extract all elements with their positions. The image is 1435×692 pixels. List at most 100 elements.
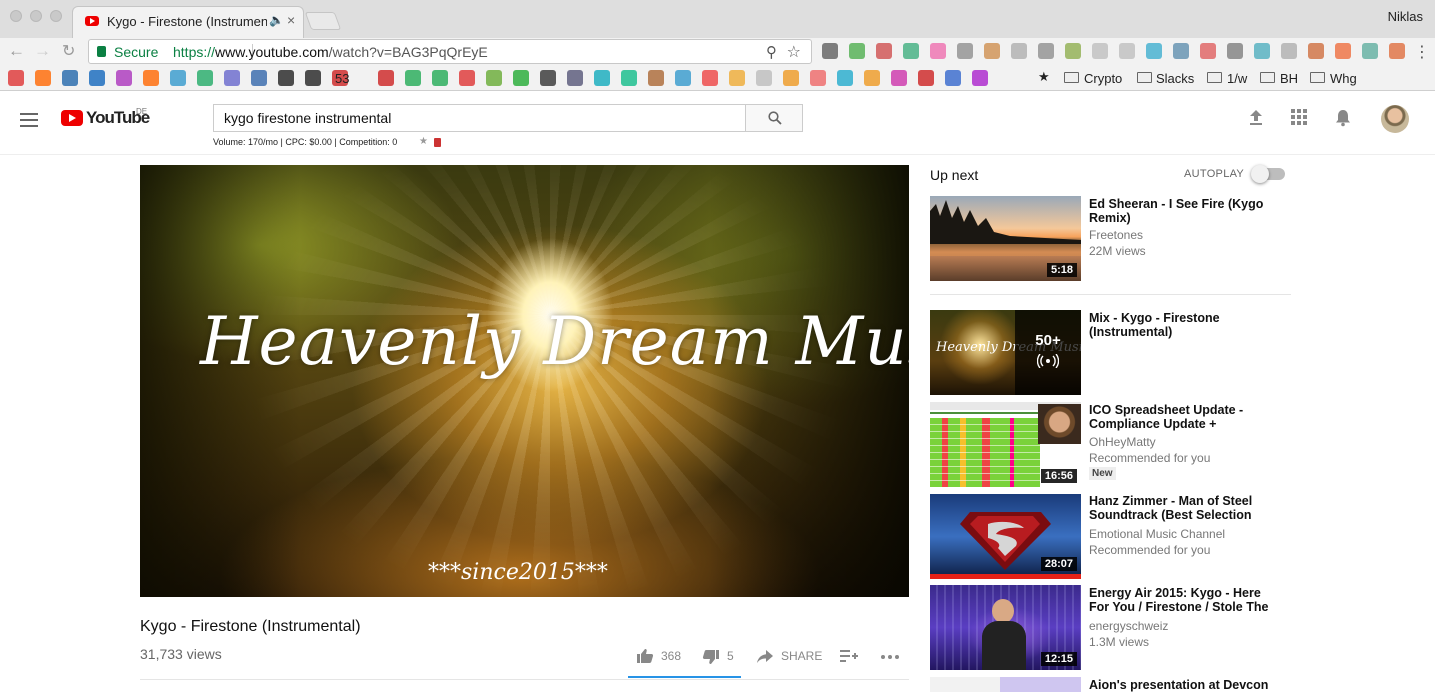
video-thumbnail[interactable]: 12:15 bbox=[930, 585, 1081, 670]
upload-icon[interactable] bbox=[1248, 109, 1264, 127]
zoom-icon[interactable]: ⚲ bbox=[766, 43, 777, 61]
bookmark-favicon-icon[interactable] bbox=[945, 70, 961, 86]
dislike-count[interactable]: 5 bbox=[727, 649, 734, 663]
extension-icon[interactable] bbox=[1011, 43, 1027, 59]
video-thumbnail[interactable] bbox=[930, 677, 1081, 692]
autoplay-toggle[interactable] bbox=[1251, 165, 1285, 183]
bookmark-favicon-icon[interactable] bbox=[756, 70, 772, 86]
bookmark-favicon-icon[interactable] bbox=[783, 70, 799, 86]
extension-icon[interactable] bbox=[1335, 43, 1351, 59]
reload-icon[interactable]: ↻ bbox=[62, 41, 75, 61]
tab-close-icon[interactable]: × bbox=[287, 12, 295, 28]
account-avatar[interactable] bbox=[1381, 105, 1409, 133]
video-thumbnail[interactable]: 28:07 bbox=[930, 494, 1081, 579]
share-arrow-icon[interactable] bbox=[757, 650, 773, 663]
bookmark-favicon-icon[interactable] bbox=[513, 70, 529, 86]
sidebar-video-title[interactable]: Energy Air 2015: Kygo - Here For You / F… bbox=[1089, 586, 1279, 614]
sidebar-video-title[interactable]: Hanz Zimmer - Man of Steel Soundtrack (B… bbox=[1089, 494, 1279, 522]
search-box[interactable] bbox=[213, 104, 746, 132]
bookmark-favicon-icon[interactable] bbox=[62, 70, 78, 86]
thumbs-up-icon[interactable] bbox=[636, 648, 654, 664]
extension-icon[interactable] bbox=[849, 43, 865, 59]
bookmark-favicon-icon[interactable] bbox=[864, 70, 880, 86]
bookmark-folder-1w[interactable]: 1/w bbox=[1227, 71, 1247, 86]
bookmark-favicon-icon[interactable] bbox=[729, 70, 745, 86]
search-button[interactable] bbox=[745, 104, 803, 132]
extension-icon[interactable] bbox=[930, 43, 946, 59]
bookmark-favicon-icon[interactable] bbox=[540, 70, 556, 86]
address-bar[interactable]: Secure https://www.youtube.com/watch?v=B… bbox=[88, 39, 812, 64]
bookmark-favicon-icon[interactable] bbox=[810, 70, 826, 86]
bookmark-favicon-icon[interactable] bbox=[837, 70, 853, 86]
keyword-tool-icon[interactable] bbox=[434, 138, 441, 147]
extension-icon[interactable] bbox=[1389, 43, 1405, 59]
bookmark-favicon-icon[interactable] bbox=[459, 70, 475, 86]
bookmark-favicon-icon[interactable] bbox=[224, 70, 240, 86]
bookmark-favicon-icon[interactable] bbox=[378, 70, 394, 86]
new-tab-button[interactable] bbox=[304, 12, 342, 30]
apps-grid-icon[interactable] bbox=[1291, 109, 1307, 125]
extension-icon[interactable] bbox=[984, 43, 1000, 59]
extension-icon[interactable] bbox=[1119, 43, 1135, 59]
extension-icon[interactable] bbox=[1254, 43, 1270, 59]
window-minimize-button[interactable] bbox=[30, 10, 42, 22]
video-player[interactable]: Heavenly Dream Music ***since2015*** bbox=[140, 165, 909, 597]
add-to-playlist-icon[interactable] bbox=[840, 649, 858, 663]
sidebar-video-title[interactable]: Mix - Kygo - Firestone (Instrumental) bbox=[1089, 311, 1279, 339]
bookmark-favicon-icon[interactable] bbox=[305, 70, 321, 86]
bookmark-favicon-icon[interactable] bbox=[567, 70, 583, 86]
extension-icon[interactable] bbox=[957, 43, 973, 59]
bookmark-star-icon[interactable]: ☆ bbox=[787, 42, 801, 62]
back-arrow-icon[interactable]: ← bbox=[8, 41, 25, 61]
channel-name[interactable]: Emotional Music Channel bbox=[1089, 527, 1225, 541]
extension-icon[interactable] bbox=[1227, 43, 1243, 59]
share-button[interactable]: SHARE bbox=[781, 649, 822, 663]
extension-icon[interactable] bbox=[1038, 43, 1054, 59]
star-bookmark-icon[interactable]: ★ bbox=[1038, 69, 1050, 85]
chrome-menu-icon[interactable]: ⋮ bbox=[1414, 42, 1430, 62]
notifications-bell-icon[interactable] bbox=[1335, 109, 1351, 127]
youtube-logo-icon[interactable] bbox=[61, 110, 83, 126]
bookmark-folder-slacks[interactable]: Slacks bbox=[1156, 71, 1194, 86]
extension-icon[interactable] bbox=[1362, 43, 1378, 59]
search-input[interactable] bbox=[214, 105, 746, 131]
video-thumbnail[interactable]: 5:18 bbox=[930, 196, 1081, 281]
sidebar-video-title[interactable]: ICO Spreadsheet Update - Compliance Upda… bbox=[1089, 403, 1279, 431]
channel-name[interactable]: energyschweiz bbox=[1089, 619, 1168, 633]
bookmark-favicon-icon[interactable] bbox=[89, 70, 105, 86]
bookmark-favicon-icon[interactable] bbox=[35, 70, 51, 86]
bookmark-favicon-icon[interactable] bbox=[405, 70, 421, 86]
extension-icon[interactable] bbox=[1065, 43, 1081, 59]
extension-icon[interactable] bbox=[1092, 43, 1108, 59]
url-text[interactable]: https://www.youtube.com/watch?v=BAG3PqQr… bbox=[173, 44, 488, 60]
window-close-button[interactable] bbox=[10, 10, 22, 22]
guide-menu-icon[interactable] bbox=[20, 113, 38, 127]
bookmark-folder-bh[interactable]: BH bbox=[1280, 71, 1298, 86]
bookmark-favicon-icon[interactable] bbox=[972, 70, 988, 86]
bookmark-favicon-icon[interactable] bbox=[278, 70, 294, 86]
bookmark-favicon-icon[interactable] bbox=[648, 70, 664, 86]
bookmark-favicon-icon[interactable] bbox=[891, 70, 907, 86]
bookmark-favicon-icon[interactable] bbox=[675, 70, 691, 86]
bookmark-favicon-icon[interactable] bbox=[621, 70, 637, 86]
bookmark-favicon-icon[interactable] bbox=[143, 70, 159, 86]
bookmark-favicon-icon[interactable] bbox=[116, 70, 132, 86]
channel-name[interactable]: OhHeyMatty bbox=[1089, 435, 1156, 449]
sidebar-video-title[interactable]: Aion's presentation at Devcon bbox=[1089, 678, 1279, 692]
extension-icon[interactable] bbox=[1308, 43, 1324, 59]
extension-icon[interactable] bbox=[822, 43, 838, 59]
extension-icon[interactable] bbox=[876, 43, 892, 59]
bookmark-folder-whg[interactable]: Whg bbox=[1330, 71, 1357, 86]
bookmark-favicon-icon[interactable] bbox=[594, 70, 610, 86]
bookmark-favicon-icon[interactable] bbox=[251, 70, 267, 86]
like-count[interactable]: 368 bbox=[661, 649, 681, 663]
bookmark-favicon-icon[interactable] bbox=[432, 70, 448, 86]
video-thumbnail[interactable]: 16:56 bbox=[930, 402, 1081, 487]
window-zoom-button[interactable] bbox=[50, 10, 62, 22]
extension-icon[interactable] bbox=[1281, 43, 1297, 59]
channel-name[interactable]: Freetones bbox=[1089, 228, 1143, 242]
extension-icon[interactable] bbox=[903, 43, 919, 59]
bookmark-favicon-icon[interactable] bbox=[702, 70, 718, 86]
extension-icon[interactable] bbox=[1173, 43, 1189, 59]
extension-icon[interactable] bbox=[1200, 43, 1216, 59]
